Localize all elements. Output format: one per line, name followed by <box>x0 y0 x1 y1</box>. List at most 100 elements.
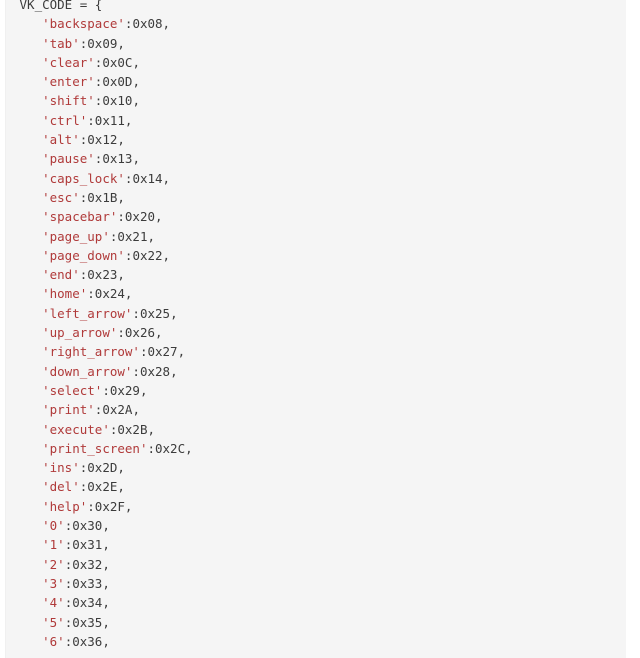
code-line-entry: 'left_arrow':0x25, <box>6 304 626 323</box>
trailing-comma: , <box>124 286 133 302</box>
dict-key: 'ctrl' <box>42 112 88 128</box>
dict-key: 'backspace' <box>42 16 125 32</box>
trailing-comma: , <box>102 595 110 611</box>
trailing-comma: , <box>170 305 178 321</box>
code-line-entry: 'end':0x23, <box>6 265 626 284</box>
key-value-separator: : <box>87 286 95 302</box>
dict-key: 'execute' <box>42 421 110 437</box>
code-line-entry: 'up_arrow':0x26, <box>6 323 626 342</box>
assignment-operator: = <box>72 0 95 12</box>
dict-value: 0x10 <box>102 93 133 109</box>
dict-key: 'spacebar' <box>42 209 118 225</box>
dict-value: 0x0C <box>102 54 133 70</box>
dict-key: 'clear' <box>42 54 95 70</box>
dict-key: 'print_screen' <box>42 440 148 456</box>
trailing-comma: , <box>132 93 140 109</box>
variable-name: VK_CODE <box>19 0 73 12</box>
dict-value: 0x34 <box>72 595 103 611</box>
dict-value: 0x09 <box>87 35 118 51</box>
trailing-comma: , <box>117 189 125 205</box>
trailing-comma: , <box>155 209 163 225</box>
trailing-comma: , <box>102 575 110 591</box>
dict-key: 'left_arrow' <box>42 305 133 321</box>
code-line-entry: '3':0x33, <box>6 574 626 593</box>
code-line-entry: 'pause':0x13, <box>6 149 626 168</box>
key-value-separator: : <box>132 363 140 379</box>
code-line-entry: 'shift':0x10, <box>6 91 626 110</box>
dict-key: 'enter' <box>42 74 95 90</box>
dict-key: 'esc' <box>42 189 80 205</box>
code-line-entry: 'spacebar':0x20, <box>6 207 626 226</box>
dict-key: 'help' <box>42 498 88 514</box>
code-line-entry: 'del':0x2E, <box>6 477 626 496</box>
dict-value: 0x14 <box>132 170 163 186</box>
key-value-separator: : <box>117 209 125 225</box>
code-line-entry: 'home':0x24, <box>6 284 626 303</box>
dict-key: 'up_arrow' <box>42 325 118 341</box>
trailing-comma: , <box>117 35 125 51</box>
key-value-separator: : <box>102 382 110 398</box>
dict-key: 'end' <box>42 267 80 283</box>
dict-value: 0x2E <box>87 479 118 495</box>
dict-value: 0x35 <box>72 614 103 630</box>
dict-key: '4' <box>42 595 65 611</box>
trailing-comma: , <box>117 132 125 148</box>
code-line-entry: 'print':0x2A, <box>6 400 626 419</box>
code-line-entry: 'clear':0x0C, <box>6 53 626 72</box>
trailing-comma: , <box>170 363 178 379</box>
dict-key: 'down_arrow' <box>42 363 133 379</box>
dict-value: 0x08 <box>132 16 163 32</box>
dict-key: 'select' <box>42 382 103 398</box>
page-root: VK_CODE = { 'backspace':0x08, 'tab':0x09… <box>0 0 640 658</box>
dict-key: 'del' <box>42 479 80 495</box>
trailing-comma: , <box>132 151 140 167</box>
dict-value: 0x24 <box>94 286 125 302</box>
dict-key: 'print' <box>42 402 95 418</box>
dict-value: 0x22 <box>132 247 163 263</box>
trailing-comma: , <box>117 267 125 283</box>
code-line-entry: 'esc':0x1B, <box>6 188 626 207</box>
code-line-entry: '5':0x35, <box>6 613 626 632</box>
dict-value: 0x29 <box>109 382 140 398</box>
code-block[interactable]: VK_CODE = { 'backspace':0x08, 'tab':0x09… <box>5 0 626 658</box>
code-line-entry: 'ins':0x2D, <box>6 458 626 477</box>
dict-value: 0x23 <box>87 267 118 283</box>
code-line-list: VK_CODE = { 'backspace':0x08, 'tab':0x09… <box>6 0 626 651</box>
code-line-entry: 'execute':0x2B, <box>6 420 626 439</box>
open-brace: { <box>94 0 103 12</box>
code-line-entry: 'backspace':0x08, <box>6 14 626 33</box>
dict-key: '2' <box>42 556 65 572</box>
code-line-entry: 'right_arrow':0x27, <box>6 342 626 361</box>
key-value-separator: : <box>132 305 140 321</box>
trailing-comma: , <box>132 74 140 90</box>
trailing-comma: , <box>162 170 171 186</box>
trailing-comma: , <box>147 228 156 244</box>
code-line-entry: 'caps_lock':0x14, <box>6 169 626 188</box>
code-line-entry: 'alt':0x12, <box>6 130 626 149</box>
dict-value: 0x20 <box>124 209 156 225</box>
code-line-entry: '2':0x32, <box>6 555 626 574</box>
dict-value: 0x31 <box>72 537 103 553</box>
trailing-comma: , <box>132 54 140 70</box>
dict-value: 0x2C <box>155 440 186 456</box>
trailing-comma: , <box>117 460 125 476</box>
